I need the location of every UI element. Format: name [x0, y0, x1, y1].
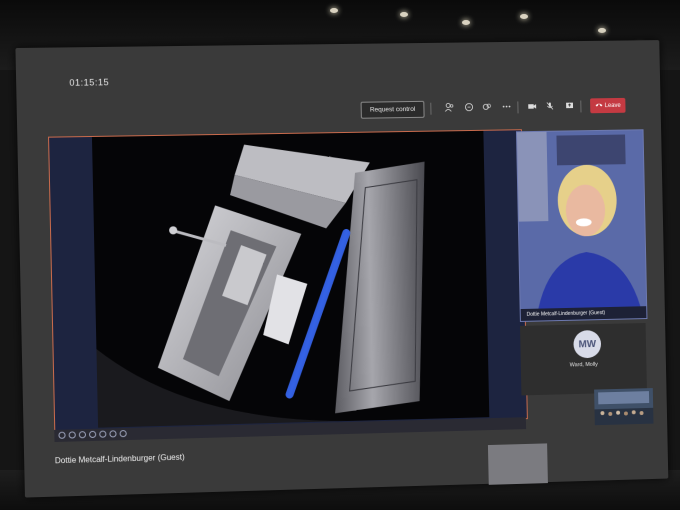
space-station-view: [91, 130, 490, 428]
iss-exterior-image: [91, 130, 490, 428]
phone-icon: [595, 102, 603, 109]
ceiling-light: [598, 28, 606, 33]
toolbar-divider: [517, 101, 519, 114]
fullscreen-icon[interactable]: [119, 429, 127, 438]
meeting-timer: 01:15:15: [69, 77, 110, 88]
audience-image: [594, 388, 654, 426]
guest-video-feed: [516, 130, 647, 310]
ceiling-light: [520, 14, 528, 19]
leave-label: Leave: [604, 102, 621, 109]
guest-video-caption: Dottie Metcalf-Lindenburger (Guest): [520, 306, 647, 321]
share-icon[interactable]: [565, 101, 575, 111]
participant-tile[interactable]: MW Ward, Molly: [520, 322, 647, 396]
search-icon[interactable]: [99, 430, 107, 438]
toolbar-divider: [580, 100, 582, 113]
participant-name: Ward, Molly: [569, 361, 598, 369]
people-icon[interactable]: [444, 102, 454, 112]
avatar: MW: [573, 329, 602, 359]
ceiling-light: [400, 12, 408, 17]
reactions-icon[interactable]: [482, 102, 492, 112]
pen-icon[interactable]: [78, 431, 87, 439]
self-view-placeholder: [487, 443, 548, 485]
room-camera-thumbnail[interactable]: [594, 388, 654, 426]
toolbar-divider: [430, 102, 432, 115]
ceiling-light: [330, 8, 338, 13]
projection-screen: 01:15:15 Request control Leave Dottie Me…: [15, 40, 669, 498]
ceiling-light: [462, 20, 470, 25]
zoom-in-icon[interactable]: [68, 431, 76, 439]
camera-icon[interactable]: [527, 101, 537, 111]
screen-share-area: [48, 129, 548, 485]
fit-icon[interactable]: [109, 430, 117, 438]
highlighter-icon[interactable]: [88, 430, 97, 439]
zoom-out-icon[interactable]: [58, 431, 66, 439]
presenter-name-label: Dottie Metcalf-Lindenburger (Guest): [54, 452, 185, 466]
mic-off-icon[interactable]: [545, 101, 555, 111]
meeting-toolbar: Request control Leave: [360, 96, 628, 122]
more-icon[interactable]: [502, 102, 512, 112]
guest-video-tile[interactable]: Dottie Metcalf-Lindenburger (Guest): [515, 129, 648, 322]
leave-button[interactable]: Leave: [590, 97, 626, 114]
request-control-button[interactable]: Request control: [360, 100, 425, 119]
chat-icon[interactable]: [464, 102, 474, 112]
